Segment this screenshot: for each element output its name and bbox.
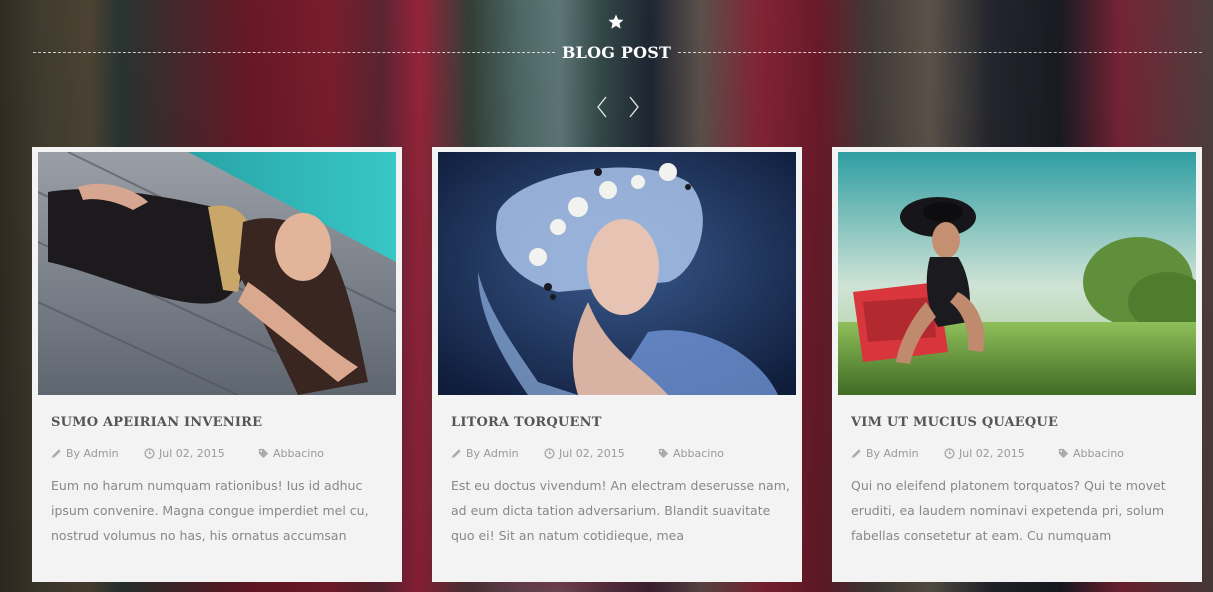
post-date: Jul 02, 2015 [144, 447, 225, 460]
tag-icon [658, 448, 669, 459]
post-author-label: By Admin [866, 447, 919, 460]
section-header: BLOG POST [0, 0, 1213, 140]
post-tag[interactable]: Abbacino [658, 447, 724, 460]
post-image[interactable] [438, 152, 796, 395]
pencil-icon [451, 449, 461, 459]
post-author[interactable]: By Admin [851, 447, 919, 460]
blog-post-card: VIM UT MUCIUS QUAEQUE By Admin Jul 02, 2… [832, 147, 1202, 582]
chevron-right-icon [629, 96, 639, 118]
post-excerpt: Qui no eleifend platonem torquatos? Qui … [851, 478, 1166, 543]
carousel-next-button[interactable] [626, 94, 642, 120]
post-author-label: By Admin [66, 447, 119, 460]
post-tag[interactable]: Abbacino [1058, 447, 1124, 460]
post-author[interactable]: By Admin [451, 447, 519, 460]
post-excerpt: Eum no harum numquam rationibus! Ius id … [51, 478, 369, 543]
clock-icon [144, 448, 155, 459]
pencil-icon [851, 449, 861, 459]
post-excerpt: Est eu doctus vivendum! An electram dese… [451, 478, 790, 543]
post-title[interactable]: LITORA TORQUENT [451, 415, 602, 430]
post-author[interactable]: By Admin [51, 447, 119, 460]
clock-icon [944, 448, 955, 459]
post-author-label: By Admin [466, 447, 519, 460]
blog-post-card: LITORA TORQUENT By Admin Jul 02, 2015 Ab… [432, 147, 802, 582]
post-tag-label: Abbacino [673, 447, 725, 460]
post-title[interactable]: VIM UT MUCIUS QUAEQUE [851, 415, 1058, 430]
blog-post-card: SUMO APEIRIAN INVENIRE By Admin Jul 02, … [32, 147, 402, 582]
clock-icon [544, 448, 555, 459]
tag-icon [258, 448, 269, 459]
divider-right [678, 52, 1202, 53]
post-tag-label: Abbacino [273, 447, 325, 460]
pencil-icon [51, 449, 61, 459]
carousel-prev-button[interactable] [594, 94, 610, 120]
post-tag-label: Abbacino [1073, 447, 1125, 460]
divider-left [33, 52, 555, 53]
star-icon [607, 13, 625, 31]
post-date-label: Jul 02, 2015 [159, 447, 225, 460]
post-date: Jul 02, 2015 [944, 447, 1025, 460]
post-image[interactable] [38, 152, 396, 395]
post-image[interactable] [838, 152, 1196, 395]
tag-icon [1058, 448, 1069, 459]
post-tag[interactable]: Abbacino [258, 447, 324, 460]
chevron-left-icon [597, 96, 607, 118]
section-title: BLOG POST [561, 43, 672, 62]
post-date-label: Jul 02, 2015 [959, 447, 1025, 460]
post-date: Jul 02, 2015 [544, 447, 625, 460]
post-title[interactable]: SUMO APEIRIAN INVENIRE [51, 415, 262, 430]
post-date-label: Jul 02, 2015 [559, 447, 625, 460]
